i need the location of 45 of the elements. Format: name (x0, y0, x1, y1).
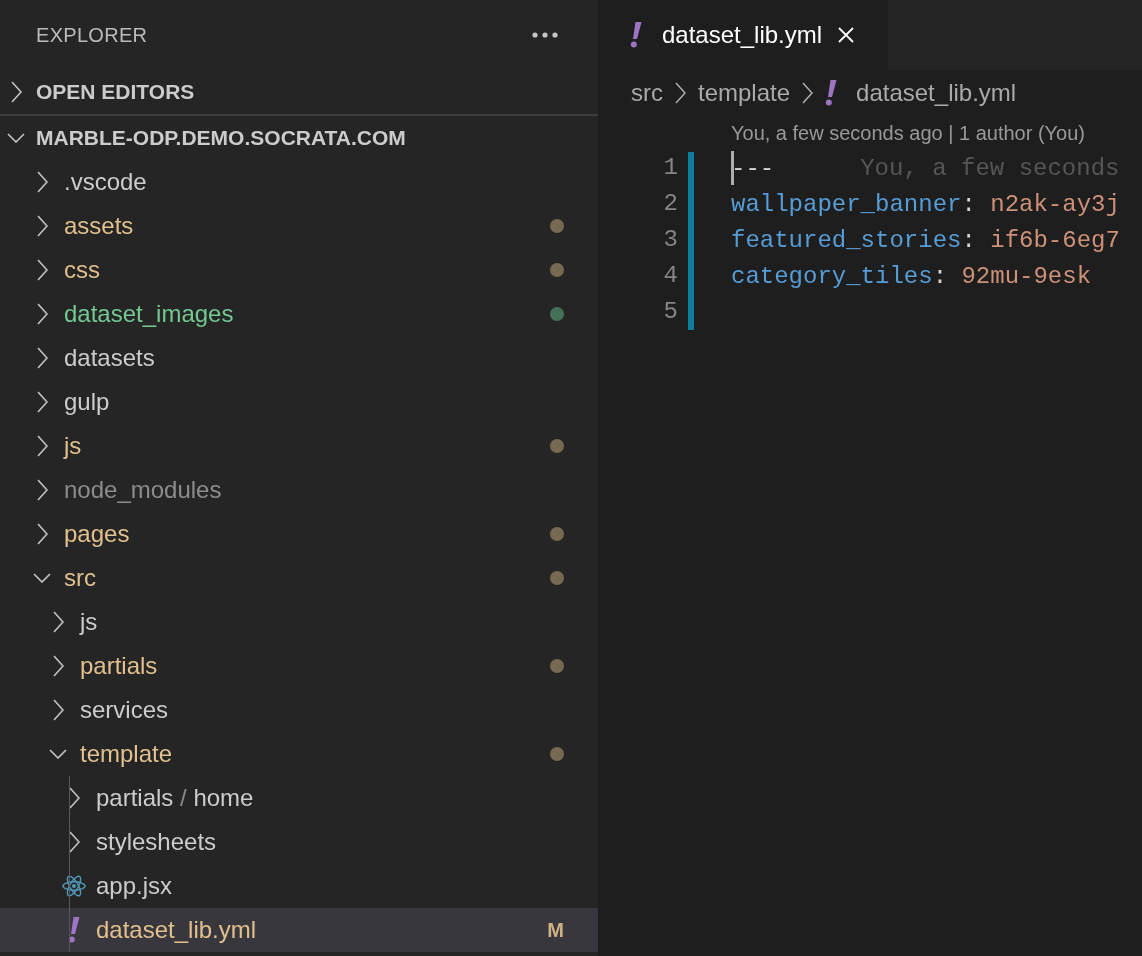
exclamation-icon (68, 917, 80, 943)
tree-item[interactable]: template (0, 732, 598, 776)
line-number: 3 (663, 225, 678, 255)
breadcrumb-item[interactable]: dataset_lib.yml (825, 79, 1017, 107)
code-line: wallpaper_banner: n2ak-ay3j (731, 190, 1120, 218)
code-line: featured_stories: if6b-6eg7 (731, 226, 1120, 254)
tree-item[interactable]: partials (0, 644, 598, 688)
more-icon[interactable] (532, 32, 558, 38)
tree-item[interactable]: dataset_images (0, 292, 598, 336)
tree-item[interactable]: partials / home (0, 776, 598, 820)
tree-item[interactable]: node_modules (0, 468, 598, 512)
tree-item[interactable]: app.jsx (0, 864, 598, 908)
git-status-letter: M (547, 918, 564, 942)
breadcrumb-item[interactable]: src (631, 79, 663, 107)
tree-item[interactable]: services (0, 688, 598, 732)
line-number: 5 (663, 297, 678, 327)
section-header[interactable]: MARBLE-ODP.DEMO.SOCRATA.COM (0, 114, 598, 160)
tree-item[interactable]: assets (0, 204, 598, 248)
tree-item[interactable]: js (0, 424, 598, 468)
tree-item[interactable]: stylesheets (0, 820, 598, 864)
codelens-text[interactable]: You, a few seconds ago | 1 author (You) (731, 121, 1085, 145)
section-header[interactable]: OPEN EDITORS (0, 70, 598, 114)
line-number: 4 (663, 261, 678, 291)
close-icon[interactable] (838, 27, 855, 43)
sidebar-title: EXPLORER (36, 23, 148, 47)
tree-item[interactable]: dataset_lib.yml M (0, 908, 598, 952)
tree-item[interactable]: src (0, 556, 598, 600)
breadcrumb-item[interactable]: template (698, 79, 791, 107)
exclamation-icon (630, 22, 642, 48)
tree-item[interactable]: js (0, 600, 598, 644)
tree-item[interactable]: css (0, 248, 598, 292)
line-number: 1 (663, 153, 678, 183)
chevron-right-icon (675, 82, 686, 104)
code-line: category_tiles: 92mu-9esk (731, 262, 1092, 290)
tree-item[interactable]: gulp (0, 380, 598, 424)
tree-item[interactable]: .vscode (0, 160, 598, 204)
editor-tab[interactable]: dataset_lib.yml (598, 0, 888, 70)
inline-blame: You, a few seconds (860, 154, 1120, 182)
atom-icon (62, 875, 86, 897)
line-number: 2 (663, 189, 678, 219)
code-line: --- (731, 154, 775, 182)
tree-item[interactable]: pages (0, 512, 598, 556)
tree-item[interactable]: datasets (0, 336, 598, 380)
exclamation-icon (825, 80, 838, 106)
chevron-right-icon (802, 82, 814, 104)
